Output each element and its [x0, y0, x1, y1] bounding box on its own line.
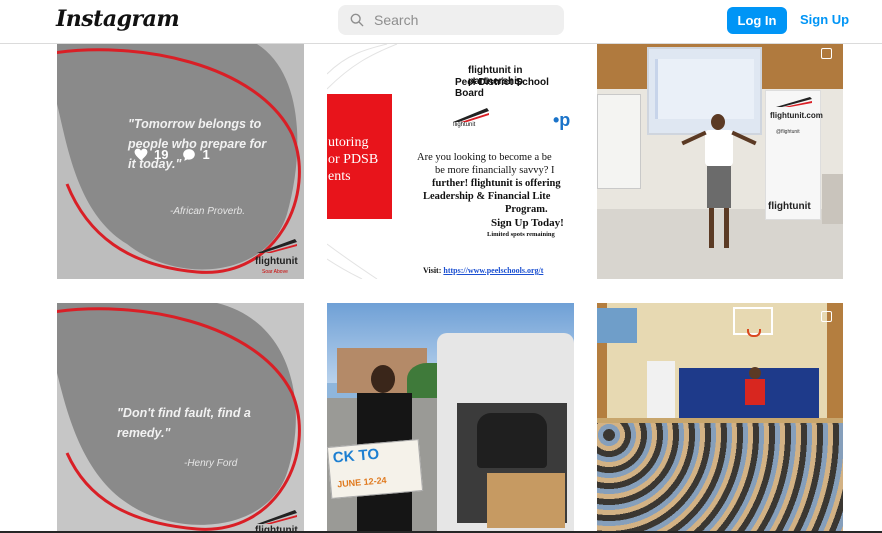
brand-tagline: Soar Above: [262, 269, 288, 275]
poster-body-5: Program.: [505, 204, 548, 215]
red-line-3: ents: [328, 169, 351, 184]
post-tile-4[interactable]: "Don't find fault, find a remedy." -Henr…: [57, 303, 304, 533]
presenter-leg-right: [724, 208, 729, 248]
poster-visit: Visit: https://www.peelschools.org/t: [423, 266, 543, 275]
multiple-images-icon: [821, 311, 832, 322]
flightunit-wing-logo: [776, 97, 812, 107]
banner-bottom-brand: flightunit: [768, 201, 811, 212]
partner-name: Peel District School Board: [455, 77, 549, 99]
poster-body-4: Leadership & Financial Lite: [423, 191, 551, 202]
post-hover-stats: 19 1: [134, 147, 224, 162]
projector-screen: [647, 47, 762, 135]
search-input[interactable]: [374, 12, 554, 28]
flightunit-wing-logo: [257, 239, 297, 253]
poster-body-2: be more financially savvy? I: [435, 165, 555, 176]
sign-up-link[interactable]: Sign Up: [800, 12, 849, 27]
heart-icon: [134, 148, 148, 161]
presenter-head: [749, 367, 761, 379]
pdsb-logo-icon: •p: [553, 110, 571, 130]
slide-content: [655, 59, 754, 119]
quote-author: -African Proverb.: [170, 206, 246, 217]
poster-cta: Sign Up Today!: [491, 217, 564, 229]
poster-body-3: further! flightunit is offering: [432, 178, 561, 189]
visit-label: Visit:: [423, 266, 442, 275]
post-tile-6[interactable]: [597, 303, 843, 533]
comments-count: 1: [202, 147, 210, 162]
presenter-skirt: [707, 166, 731, 208]
comment-bubble-icon: [183, 148, 196, 161]
side-desk: [822, 174, 843, 224]
post-tile-5[interactable]: CK TO JUNE 12-24: [327, 303, 574, 533]
top-nav-bar: Instagram Log In Sign Up: [0, 0, 882, 44]
presenter-leg-left: [709, 208, 714, 248]
cardboard-box: [487, 473, 565, 528]
presenter-shirt: [745, 379, 765, 405]
person-head: [371, 365, 395, 393]
search-box[interactable]: [338, 5, 564, 35]
wall-stripe-right: [827, 303, 843, 433]
quote-text: "Tomorrow belongs to people who prepare …: [128, 117, 267, 171]
likes-count: 19: [154, 147, 169, 162]
students-crowd: [597, 423, 843, 533]
quote-text: "Don't find fault, find a remedy.": [117, 406, 251, 440]
wall-map: [597, 308, 637, 343]
red-banner-text: utoring or PDSB ents: [328, 134, 392, 185]
comments-stat: 1: [182, 147, 210, 162]
flightunit-wing-logo: [257, 510, 297, 524]
visit-url: https://www.peelschools.org/t: [443, 266, 544, 275]
presenter-shirt: [705, 130, 733, 166]
banner-handle: @flightunit: [776, 129, 800, 135]
sign-text: CK TO: [332, 445, 380, 467]
whiteboard: [597, 94, 641, 189]
post-tile-3[interactable]: flightunit.com @flightunit flightunit: [597, 44, 843, 279]
flightunit-banner: flightunit.com @flightunit flightunit: [765, 90, 823, 220]
poster-limited: Limited spots remaining: [487, 231, 555, 238]
brand-name: flightunit: [453, 122, 476, 128]
banner-url: flightunit.com: [770, 111, 823, 120]
red-line-1: utoring: [328, 135, 369, 150]
sign-date: JUNE 12-24: [336, 475, 387, 490]
multiple-images-icon: [821, 48, 832, 59]
red-line-2: or PDSB: [328, 152, 379, 167]
backpack: [477, 413, 547, 468]
sign-board: CK TO JUNE 12-24: [327, 439, 424, 499]
likes-stat: 19: [134, 147, 168, 162]
brand-name: flightunit: [255, 256, 298, 267]
instagram-logo[interactable]: Instagram: [56, 6, 180, 32]
log-in-button[interactable]: Log In: [727, 7, 787, 34]
search-icon: [350, 13, 364, 27]
flightunit-banner: [647, 361, 675, 419]
presenter-head: [711, 114, 725, 130]
poster-body-1: Are you looking to become a be: [417, 152, 552, 163]
quote-author: -Henry Ford: [184, 458, 238, 469]
